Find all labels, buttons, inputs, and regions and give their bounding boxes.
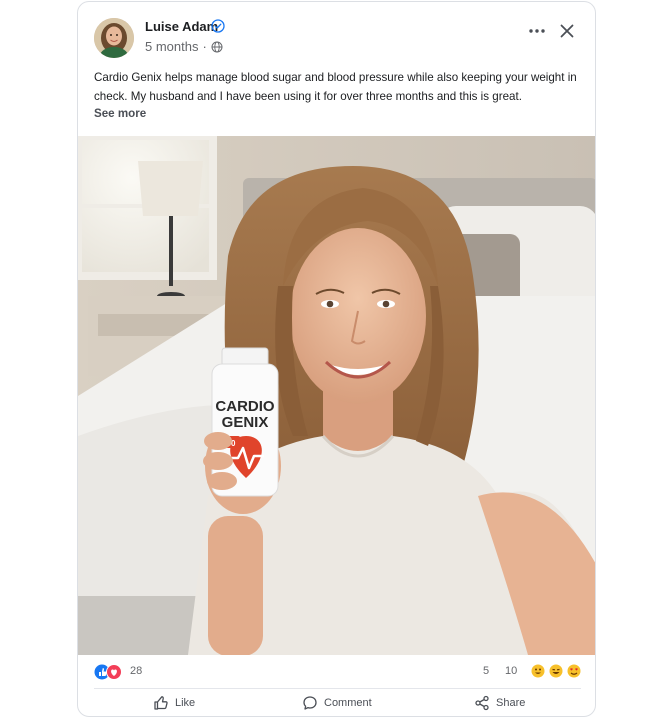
author-avatar[interactable] [94, 18, 134, 58]
comment-count[interactable]: 5 [483, 665, 489, 677]
meta-separator: · [202, 39, 207, 54]
reaction-stats: 28 5 10 [78, 657, 595, 687]
post-actions: Like Comment Share [78, 689, 595, 716]
author-name[interactable]: Luise Adam [145, 19, 218, 34]
reaction-count[interactable]: 28 [130, 665, 142, 677]
verified-badge-icon [211, 19, 225, 33]
thumbs-up-icon [154, 696, 168, 710]
share-button[interactable]: Share [474, 695, 525, 711]
post-meta: 5 months · [145, 39, 223, 54]
post-photo[interactable]: CARDIO GENIX 60 [78, 136, 595, 655]
product-brand-line2: GENIX [222, 414, 269, 431]
product-brand-line1: CARDIO [215, 398, 274, 415]
see-more-link[interactable]: See more [94, 107, 146, 120]
comment-icon [303, 696, 317, 710]
like-label: Like [175, 697, 196, 709]
post-time[interactable]: 5 months [145, 39, 198, 54]
emoji-reactions[interactable] [530, 663, 582, 679]
share-count[interactable]: 10 [505, 665, 517, 677]
share-label: Share [496, 697, 526, 709]
like-button[interactable]: Like [153, 695, 195, 711]
share-icon [475, 695, 489, 711]
post-card: Luise Adam 5 months · Cardio Genix helps… [77, 1, 596, 717]
post-header: Luise Adam 5 months · [78, 2, 595, 64]
post-text: Cardio Genix helps manage blood sugar an… [94, 71, 577, 103]
comment-button[interactable]: Comment [302, 695, 372, 711]
comment-label: Comment [324, 697, 372, 709]
globe-icon [211, 41, 223, 52]
more-options-icon[interactable] [526, 22, 548, 40]
reaction-icons[interactable] [94, 664, 124, 680]
close-icon[interactable] [558, 22, 576, 40]
